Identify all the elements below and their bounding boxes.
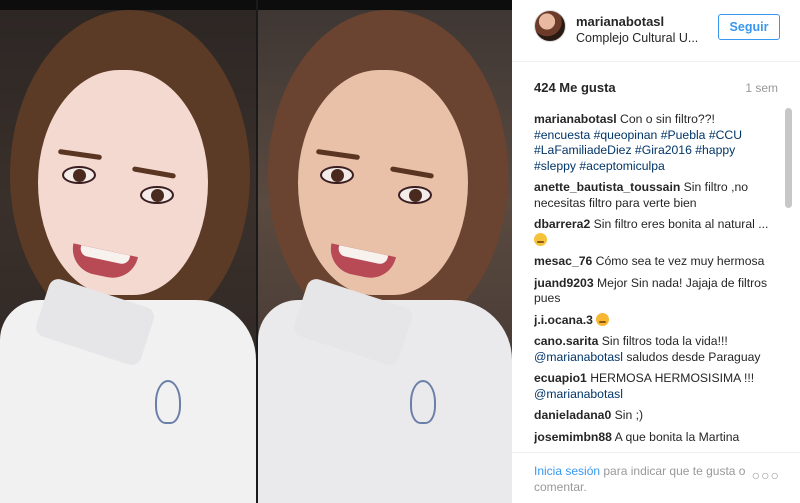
comment-mention[interactable]: @marianabotasl [534, 387, 623, 401]
comment-text: Cómo sea te vez muy hermosa [592, 254, 765, 268]
caption-username[interactable]: marianabotasl [534, 112, 617, 126]
comment-text: HERMOSA HERMOSISIMA !!! [586, 371, 755, 385]
photo-without-filter [258, 0, 512, 503]
comment-username[interactable]: josemimbn88 [534, 430, 612, 444]
list-item: cano.sarita Sin filtros toda la vida!!! … [534, 334, 774, 365]
post-username[interactable]: marianabotasl [576, 14, 664, 29]
caption-text: Con o sin filtro??! [616, 112, 715, 126]
likes-count[interactable]: 424 Me gusta [534, 80, 616, 95]
login-link[interactable]: Inicia sesión [534, 464, 600, 478]
comments-scrollbar[interactable] [785, 108, 792, 208]
comment-username[interactable]: anette_bautista_toussain [534, 180, 680, 194]
comment-username[interactable]: danieladana0 [534, 408, 611, 422]
post-location[interactable]: Complejo Cultural U... [576, 31, 706, 45]
comment-list: marianabotasl Con o sin filtro??! #encue… [534, 112, 774, 450]
list-item: mesac_76 Cómo sea te vez muy hermosa [534, 254, 774, 270]
caption-hashtags[interactable]: #encuesta #queopinan #Puebla #CCU #LaFam… [534, 128, 742, 173]
comment-username[interactable]: j.i.ocana.3 [534, 313, 593, 327]
list-item: ecuapio1 HERMOSA HERMOSISIMA !!! @marian… [534, 371, 774, 402]
comment-username[interactable]: juand9203 [534, 276, 594, 290]
caption: marianabotasl Con o sin filtro??! #encue… [534, 112, 774, 174]
post-media [0, 0, 512, 503]
more-options-icon[interactable]: ○○○ [752, 467, 780, 483]
follow-button[interactable]: Seguir [718, 14, 780, 40]
comment-text: Sin filtro eres bonita al natural ... [590, 217, 769, 231]
comment-username[interactable]: ecuapio1 [534, 371, 587, 385]
post-header: marianabotasl Complejo Cultural U... Seg… [512, 0, 800, 62]
comment-text: Sin filtros toda la vida!!! [598, 334, 728, 348]
post-time[interactable]: 1 sem [745, 81, 778, 95]
comment-text: Sin ;) [611, 408, 644, 422]
post-footer: Inicia sesión para indicar que te gusta … [512, 452, 800, 503]
list-item: danieladana0 Sin ;) [534, 408, 774, 424]
photo-with-filter [0, 0, 256, 503]
list-item: anette_bautista_toussain Sin filtro ,no … [534, 180, 774, 211]
smirk-emoji-icon [534, 232, 547, 246]
comment-username[interactable]: cano.sarita [534, 334, 598, 348]
comment-mention[interactable]: @marianabotasl [534, 350, 623, 364]
list-item: j.i.ocana.3 [534, 312, 774, 329]
list-item: juand9203 Mejor Sin nada! Jajaja de filt… [534, 276, 774, 307]
post-sidebar: marianabotasl Complejo Cultural U... Seg… [512, 0, 800, 503]
login-prompt: Inicia sesión para indicar que te gusta … [534, 463, 764, 495]
comment-text: A que bonita la Martina [611, 429, 740, 444]
list-item: josemimbn88 A que bonita la Martina [534, 430, 774, 446]
comment-text-after: saludos desde Paraguay [622, 349, 761, 364]
avatar[interactable] [534, 10, 566, 42]
kiss-emoji-icon [596, 312, 610, 326]
comment-username[interactable]: dbarrera2 [534, 217, 590, 231]
list-item: dbarrera2 Sin filtro eres bonita al natu… [534, 217, 774, 248]
comment-username[interactable]: mesac_76 [534, 254, 592, 268]
